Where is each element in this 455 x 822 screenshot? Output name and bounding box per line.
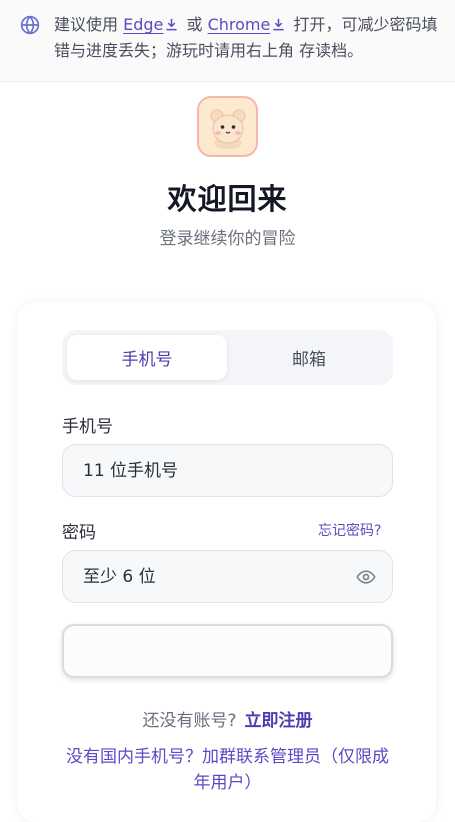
signup-prompt: 还没有账号? 立即注册 — [0, 706, 455, 731]
globe-icon — [20, 15, 40, 35]
chrome-link[interactable]: Chrome — [208, 15, 271, 34]
phone-label: 手机号 — [62, 417, 113, 437]
phone-input[interactable] — [83, 445, 343, 496]
forgot-password-link[interactable]: 忘记密码? — [318, 520, 381, 540]
notice-prefix: 建议使用 — [54, 15, 119, 34]
contact-admin-link[interactable]: 没有国内手机号？加群联系管理员（仅限成年用户） — [62, 744, 393, 796]
captcha-widget[interactable] — [62, 624, 393, 678]
app-logo — [197, 96, 258, 157]
no-account-text: 还没有账号? — [142, 711, 237, 731]
login-method-tabs: 手机号 邮箱 — [62, 330, 393, 385]
notice-text: 建议使用 Edge 或 Chrome 打开，可减少密码填错与进度丢失；游玩时请用… — [54, 12, 439, 64]
eye-icon[interactable] — [356, 567, 376, 587]
phone-field-wrapper — [62, 444, 393, 497]
notice-or: 或 — [186, 15, 203, 34]
page-subtitle: 登录继续你的冒险 — [159, 229, 296, 249]
password-field-wrapper — [62, 550, 393, 603]
page-title: 欢迎回来 — [167, 182, 288, 216]
browser-notice-bar: 建议使用 Edge 或 Chrome 打开，可减少密码填错与进度丢失；游玩时请用… — [0, 0, 455, 82]
download-icon — [166, 18, 177, 31]
tab-email[interactable]: 邮箱 — [229, 335, 389, 380]
bear-mascot-icon — [210, 109, 245, 149]
edge-link[interactable]: Edge — [123, 15, 163, 34]
tab-phone[interactable]: 手机号 — [67, 335, 227, 380]
password-input[interactable] — [83, 551, 343, 602]
password-label: 密码 — [62, 523, 96, 543]
download-icon — [273, 18, 284, 31]
register-link[interactable]: 立即注册 — [245, 711, 313, 731]
